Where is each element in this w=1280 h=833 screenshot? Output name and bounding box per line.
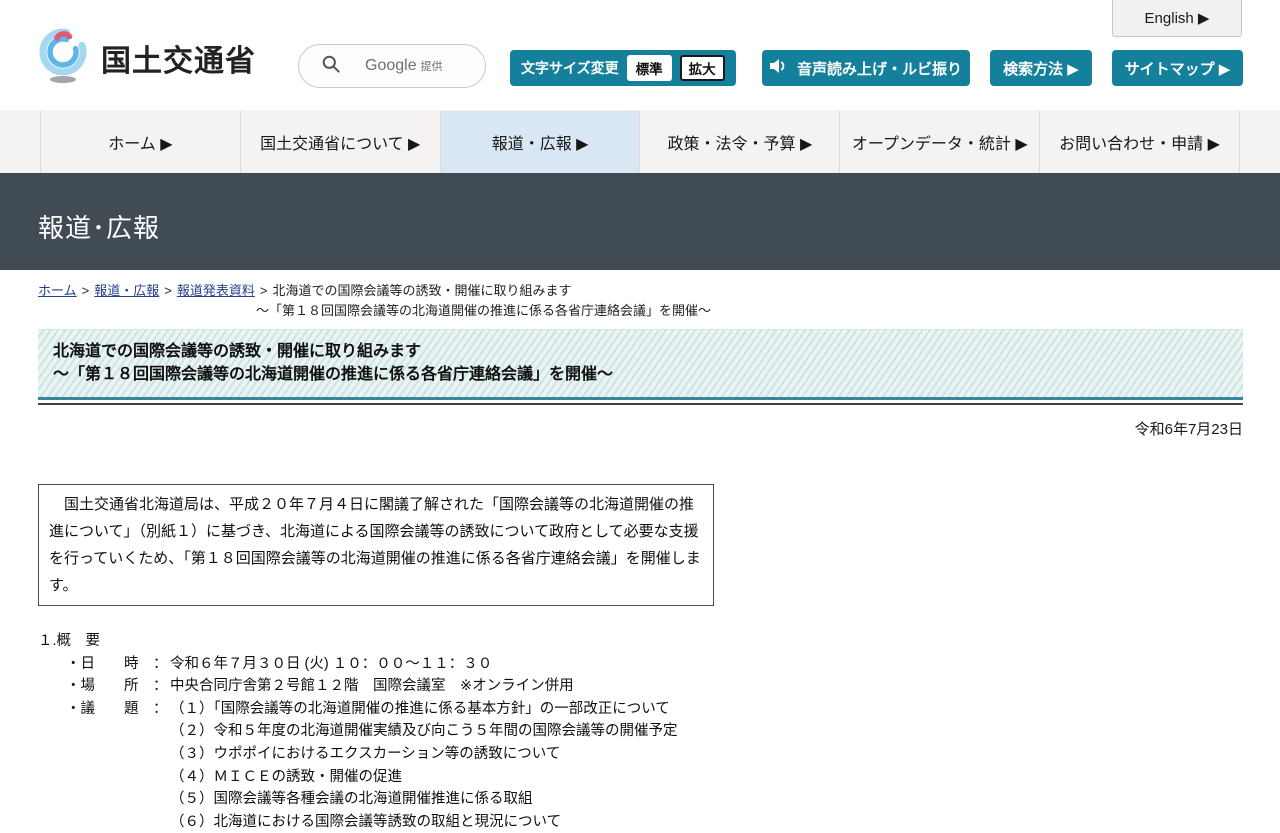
overview-heading: １.概 要	[38, 633, 101, 649]
search-method-button[interactable]: 検索方法 ▶	[990, 50, 1092, 86]
tts-ruby-label: 音声読み上げ・ルビ振り	[796, 60, 962, 78]
lead-paragraph-box: 国土交通省北海道局は、平成２０年７月４日に閣議了解された「国際会議等の北海道開催…	[38, 484, 714, 606]
site-header: English ▶ 国土交通省 Google提供 文字サイズ変更 標準 拡大	[0, 0, 1280, 111]
search-icon	[321, 54, 341, 79]
overview-section: １.概 要 ・日 時 ：令和６年７月３０日 (火) １０：００～１１：３０ ・場…	[38, 630, 1243, 833]
breadcrumb-link-press-releases[interactable]: 報道発表資料	[177, 283, 255, 298]
english-button[interactable]: English ▶	[1112, 0, 1242, 37]
overview-place-label: ・場 所 ：	[66, 678, 168, 695]
nav-item-policy[interactable]: 政策・法令・予算 ▶	[639, 111, 839, 173]
search-method-label: 検索方法 ▶	[1003, 60, 1079, 78]
search-provider-label: Google 提供	[365, 57, 443, 74]
mlit-logo-icon	[38, 26, 90, 89]
article-headline-line2: ～「第１８回国際会議等の北海道開催の推進に係る各省庁連絡会議」を開催～	[53, 366, 614, 383]
overview-datetime-row: ・日 時 ：令和６年７月３０日 (火) １０：００～１１：３０	[66, 653, 1243, 676]
site-logo[interactable]: 国土交通省	[38, 26, 256, 89]
speaker-icon	[769, 58, 788, 78]
breadcrumb-link-press[interactable]: 報道・広報	[94, 283, 159, 298]
tts-ruby-button[interactable]: 音声読み上げ・ルビ振り	[762, 50, 970, 86]
font-size-standard-button[interactable]: 標準	[626, 55, 672, 81]
english-button-label: English ▶	[1144, 10, 1210, 27]
font-size-label: 文字サイズ変更	[521, 60, 619, 76]
site-logo-text: 国土交通省	[101, 44, 256, 78]
article-headline-box: 北海道での国際会議等の誘致・開催に取り組みます ～「第１８回国際会議等の北海道開…	[38, 329, 1243, 400]
breadcrumb-link-home[interactable]: ホーム	[38, 283, 77, 298]
font-size-large-button[interactable]: 拡大	[679, 55, 725, 81]
nav-item-about[interactable]: 国土交通省について ▶	[239, 111, 440, 173]
breadcrumb-separator: >	[164, 283, 172, 298]
agenda-item: （６）北海道における国際会議等誘致の取組と現況について	[170, 813, 562, 830]
overview-agenda-row: ・議 題 ：（１）「国際会議等の北海道開催の推進に係る基本方針」の一部改正につい…	[66, 698, 1243, 721]
overview-agenda-label: ・議 題 ：	[66, 700, 168, 717]
agenda-item: （４）ＭＩＣＥの誘致・開催の促進	[170, 768, 402, 785]
main-content: ホーム > 報道・広報 > 報道発表資料 > 北海道での国際会議等の誘致・開催に取り組みます…	[38, 282, 1243, 833]
breadcrumb-current: 北海道での国際会議等の誘致・開催に取り組みます	[272, 283, 572, 298]
overview-datetime-label: ・日 時 ：	[66, 655, 168, 672]
overview-place-value: 中央合同庁舎第２号館１２階 国際会議室 ※オンライン併用	[170, 678, 574, 695]
overview-datetime-value: 令和６年７月３０日 (火) １０：００～１１：３０	[170, 655, 493, 672]
section-band: 報道･広報	[0, 173, 1280, 270]
global-nav: ホーム ▶ 国土交通省について ▶ 報道・広報 ▶ 政策・法令・予算 ▶ オープ…	[0, 111, 1280, 173]
sitemap-label: サイトマップ ▶	[1124, 60, 1231, 78]
agenda-item: （３）ウポポイにおけるエクスカーション等の誘致について	[170, 745, 561, 762]
search-input[interactable]: Google 提供	[298, 44, 486, 88]
breadcrumb-separator: >	[259, 283, 268, 298]
overview-place-row: ・場 所 ：中央合同庁舎第２号館１２階 国際会議室 ※オンライン併用	[66, 675, 1243, 698]
agenda-item: （１）「国際会議等の北海道開催の推進に係る基本方針」の一部改正について	[170, 700, 670, 717]
nav-item-contact[interactable]: お問い合わせ・申請 ▶	[1039, 111, 1240, 173]
breadcrumb-current-line2: ～「第１８回国際会議等の北海道開催の推進に係る各省庁連絡会議」を開催～	[256, 303, 712, 318]
article-headline-line1: 北海道での国際会議等の誘致・開催に取り組みます	[53, 343, 422, 360]
breadcrumb-separator: >	[81, 283, 90, 298]
nav-item-press[interactable]: 報道・広報 ▶	[439, 111, 640, 173]
agenda-item: （２）令和５年度の北海道開催実績及び向こう５年間の国際会議等の開催予定	[170, 723, 678, 740]
lead-paragraph: 国土交通省北海道局は、平成２０年７月４日に閣議了解された「国際会議等の北海道開催…	[49, 496, 701, 594]
sitemap-button[interactable]: サイトマップ ▶	[1112, 50, 1243, 86]
font-size-control: 文字サイズ変更 標準 拡大	[510, 50, 736, 86]
headline-divider	[38, 403, 1243, 405]
breadcrumb: ホーム > 報道・広報 > 報道発表資料 > 北海道での国際会議等の誘致・開催に取り組みます…	[38, 282, 1243, 320]
nav-item-home[interactable]: ホーム ▶	[40, 111, 240, 173]
section-title: 報道･広報	[38, 213, 161, 243]
nav-item-opendata[interactable]: オープンデータ・統計 ▶	[839, 111, 1039, 173]
release-date: 令和6年7月23日	[1134, 421, 1243, 438]
agenda-item: （５）国際会議等各種会議の北海道開催推進に係る取組	[170, 791, 533, 808]
